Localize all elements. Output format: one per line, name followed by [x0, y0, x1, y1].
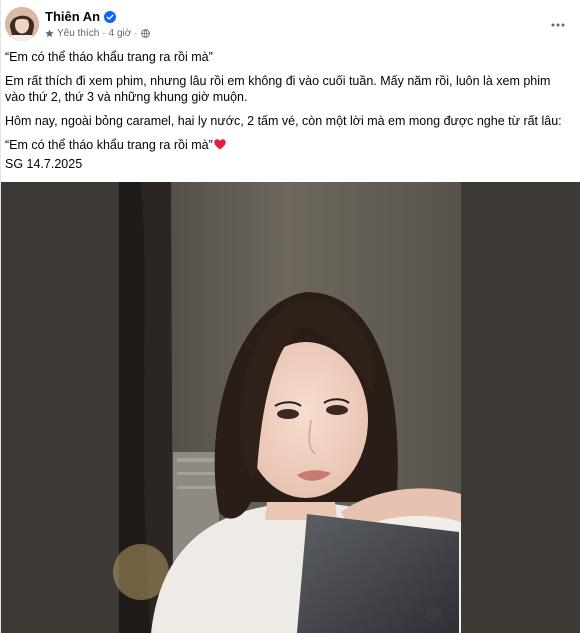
post-quote-repeat: “Em có thể tháo khẩu trang ra rồi mà”	[5, 137, 571, 153]
author-name[interactable]: Thiên An	[45, 9, 100, 24]
profile-avatar[interactable]	[5, 7, 39, 41]
post-paragraph: Em rất thích đi xem phim, nhưng lâu rồi …	[5, 74, 551, 104]
post-card: Thiên An Yêu thích · 4 giờ · “Em có thể …	[0, 0, 580, 633]
meta-separator: ·	[102, 27, 106, 39]
author-row: Thiên An	[45, 7, 117, 25]
globe-icon[interactable]	[140, 28, 150, 38]
post-quote-title: “Em có thể tháo khẩu trang ra rồi mà”	[5, 50, 213, 64]
post-body: “Em có thể tháo khẩu trang ra rồi mà” Em…	[5, 49, 571, 180]
verified-badge-icon	[104, 10, 117, 23]
post-time[interactable]: 4 giờ	[109, 28, 132, 39]
ellipsis-icon	[551, 14, 565, 32]
post-meta: Yêu thích · 4 giờ ·	[45, 26, 150, 40]
meta-separator: ·	[134, 27, 138, 39]
post-paragraph: Hôm nay, ngoài bỏng caramel, hai ly nước…	[5, 114, 562, 128]
post-header: Thiên An Yêu thích · 4 giờ ·	[1, 0, 580, 48]
post-photo[interactable]	[1, 182, 580, 633]
more-options-button[interactable]	[545, 10, 571, 36]
post-signature: SG 14.7.2025	[5, 157, 83, 171]
favorite-badge-label: Yêu thích	[57, 27, 100, 39]
heart-icon	[214, 138, 226, 150]
post-quote-text: “Em có thể tháo khẩu trang ra rồi mà”	[5, 138, 213, 152]
star-icon	[45, 28, 54, 38]
